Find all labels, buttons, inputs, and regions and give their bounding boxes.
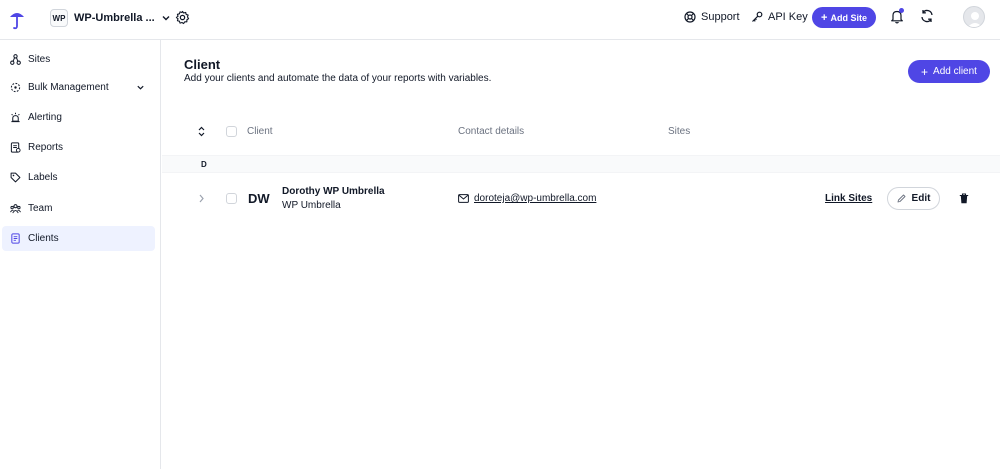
plus-icon: + [921,64,929,79]
sidebar-item-reports[interactable]: Reports [2,135,155,160]
client-company: WP Umbrella [282,200,341,211]
user-icon [967,12,983,27]
add-site-label: Add Site [830,12,867,23]
client-name: Dorothy WP Umbrella [282,186,385,197]
support-link[interactable]: Support [684,11,740,23]
client-email-link[interactable]: doroteja@wp-umbrella.com [474,193,596,204]
clients-icon [11,233,20,244]
gear-icon[interactable] [175,10,190,25]
api-key-label: API Key [768,11,808,23]
group-letter: D [201,160,207,169]
reports-icon [10,142,21,153]
sidebar-item-label: Team [28,203,53,214]
api-key-link[interactable]: API Key [751,11,808,23]
mail-icon [458,194,469,203]
sidebar-item-label: Sites [28,54,51,65]
sidebar-item-bulk-management[interactable]: Bulk Management [2,75,155,100]
support-label: Support [701,11,740,23]
sidebar-item-alerting[interactable]: Alerting [2,105,155,130]
row-checkbox[interactable] [226,193,237,204]
refresh-icon[interactable] [920,9,934,23]
workspace-badge: WP [50,9,68,27]
team-icon [10,204,21,214]
page-title: Client [184,57,221,72]
sidebar-item-labels[interactable]: Labels [2,165,155,190]
add-client-label: Add client [933,66,977,77]
sites-icon [10,54,21,65]
column-header-contact-details: Contact details [458,126,525,137]
wp-umbrella-logo-icon[interactable] [8,9,26,31]
chevron-right-icon[interactable] [198,194,205,203]
edit-client-button[interactable]: Edit [887,187,940,210]
sidebar-item-label: Labels [28,172,58,183]
workspace-name: WP-Umbrella ... [74,12,155,24]
sidebar-item-clients[interactable]: Clients [2,226,155,251]
client-initials-avatar: DW [248,191,270,206]
user-avatar[interactable] [963,6,985,28]
support-icon [684,11,696,23]
top-bar: WP WP-Umbrella ... Support API Key + Add… [0,0,1000,40]
sidebar-item-label: Alerting [28,112,62,123]
sort-icon[interactable] [197,126,206,137]
sidebar: Sites Bulk Management Alerting Reports L… [0,40,161,469]
column-header-sites: Sites [668,126,691,137]
sidebar-item-sites[interactable]: Sites [2,47,155,72]
chevron-down-icon [137,85,144,90]
sidebar-item-label: Clients [28,233,59,244]
pencil-icon [897,194,905,203]
sidebar-item-label: Reports [28,142,64,153]
workspace-switcher[interactable]: WP WP-Umbrella ... [50,7,171,29]
sidebar-item-team[interactable]: Team [2,196,155,221]
notification-dot [899,8,904,13]
trash-icon[interactable] [959,193,969,204]
sidebar-item-label: Bulk Management [28,82,109,93]
bulk-management-icon [10,82,21,93]
chevron-down-icon [162,16,170,21]
plus-icon: + [821,11,828,24]
key-icon [752,11,763,22]
page-subtitle: Add your clients and automate the data o… [184,73,492,84]
link-sites-button[interactable]: Link Sites [825,193,872,204]
add-site-button[interactable]: + Add Site [812,7,876,28]
column-header-client: Client [247,126,273,137]
labels-icon [10,172,21,183]
select-all-checkbox[interactable] [226,126,237,137]
add-client-button[interactable]: + Add client [908,60,990,83]
group-header: D [162,155,1000,173]
edit-label: Edit [911,193,931,204]
alerting-icon [11,112,20,123]
